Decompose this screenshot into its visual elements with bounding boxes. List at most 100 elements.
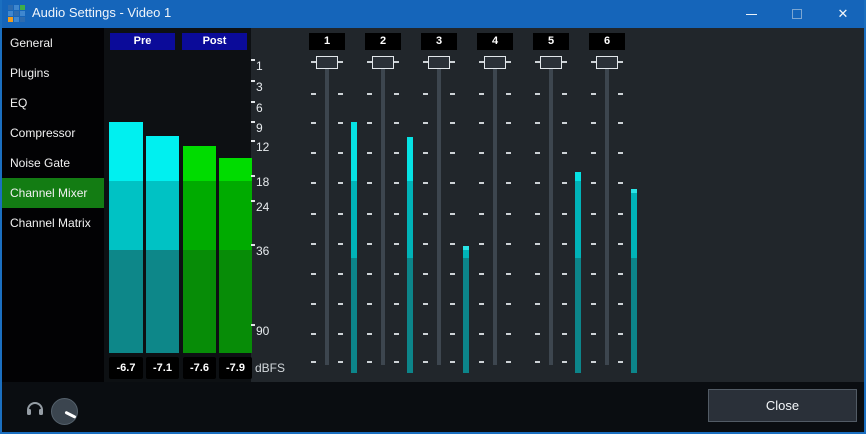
channel-4-tick <box>479 243 484 245</box>
channel-5-tick <box>562 243 567 245</box>
channel-5-button[interactable]: 5 <box>533 33 569 50</box>
footer-bar: Close <box>0 382 866 432</box>
channel-2-tick <box>367 152 372 154</box>
monitor-volume-knob[interactable] <box>51 398 78 425</box>
maximize-icon <box>792 9 802 19</box>
channel-4-button[interactable]: 4 <box>477 33 513 50</box>
channel-3-button[interactable]: 3 <box>421 33 457 50</box>
channel-1-tick <box>338 122 343 124</box>
channel-4-tick <box>506 273 511 275</box>
channel-2-tick <box>367 333 372 335</box>
channel-2-fader-track[interactable] <box>381 63 385 365</box>
channel-4-fader-track[interactable] <box>493 63 497 365</box>
scale-label-1: 1 <box>256 59 263 73</box>
post-right-meter-segment <box>219 181 252 250</box>
sidebar-item-compressor[interactable]: Compressor <box>0 118 104 148</box>
channel-2-tick <box>367 243 372 245</box>
channel-5-tick <box>535 333 540 335</box>
scale-tick <box>251 101 255 103</box>
channel-5-tick <box>562 273 567 275</box>
channel-3-fader-track[interactable] <box>437 63 441 365</box>
scale-tick <box>251 59 255 61</box>
channel-3-tick <box>423 273 428 275</box>
channel-1-meter <box>351 122 357 373</box>
channel-6-tick <box>591 273 596 275</box>
channel-2-tick <box>394 361 399 363</box>
channel-6-tick <box>618 93 623 95</box>
channel-5-tick <box>535 182 540 184</box>
scale-label-9: 9 <box>256 121 263 135</box>
channel-4-fader-handle[interactable] <box>484 56 506 69</box>
channel-1-fader-handle[interactable] <box>316 56 338 69</box>
channel-3-tick <box>423 243 428 245</box>
channel-6-meter-segment <box>631 258 637 373</box>
channel-5-fader-track[interactable] <box>549 63 553 365</box>
channel-5-tick <box>535 152 540 154</box>
pre-left-meter-segment <box>109 122 143 181</box>
close-window-button[interactable]: ✕ <box>820 0 866 28</box>
sidebar-item-general[interactable]: General <box>0 28 104 58</box>
channel-6-button[interactable]: 6 <box>589 33 625 50</box>
titlebar[interactable]: Audio Settings - Video 1 ✕ <box>0 0 866 28</box>
sidebar-item-plugins[interactable]: Plugins <box>0 58 104 88</box>
maximize-button[interactable] <box>774 0 820 28</box>
channel-3-fader-handle[interactable] <box>428 56 450 69</box>
channel-5-tick <box>535 303 540 305</box>
channel-6-fader-track[interactable] <box>605 63 609 365</box>
channel-5-meter <box>575 172 581 373</box>
channel-6-fader-handle[interactable] <box>596 56 618 69</box>
pre-meter-button[interactable]: Pre <box>110 33 175 50</box>
post-meter-button[interactable]: Post <box>182 33 247 50</box>
channel-3-tick <box>450 93 455 95</box>
sidebar-item-eq[interactable]: EQ <box>0 88 104 118</box>
channel-6-meter-segment <box>631 193 637 258</box>
pre-right-meter-segment <box>146 250 179 353</box>
channel-2-tick <box>394 61 399 63</box>
channel-5-meter-segment <box>575 172 581 181</box>
channel-2-button[interactable]: 2 <box>365 33 401 50</box>
channel-5-tick <box>562 61 567 63</box>
channel-1-tick <box>311 152 316 154</box>
channel-2-fader-handle[interactable] <box>372 56 394 69</box>
channel-2-meter <box>407 137 413 373</box>
scale-label-90: 90 <box>256 324 269 338</box>
channel-2-tick <box>367 361 372 363</box>
scale-label-6: 6 <box>256 101 263 115</box>
channel-1-tick <box>338 273 343 275</box>
post-left-meter-segment <box>183 250 216 353</box>
channel-5-tick <box>562 213 567 215</box>
channel-5-tick <box>562 152 567 154</box>
headphones-icon[interactable] <box>26 400 44 417</box>
channel-1-tick <box>311 273 316 275</box>
scale-label-3: 3 <box>256 80 263 94</box>
post-left-meter-segment <box>183 181 216 250</box>
channel-3-tick <box>450 61 455 63</box>
channel-6-tick <box>591 361 596 363</box>
channel-2-tick <box>367 303 372 305</box>
channel-2-tick <box>367 182 372 184</box>
sidebar-item-channel-mixer[interactable]: Channel Mixer <box>0 178 104 208</box>
channel-2-meter-segment <box>407 137 413 181</box>
channel-5-tick <box>562 303 567 305</box>
channel-2-tick <box>394 333 399 335</box>
channel-2-tick <box>367 122 372 124</box>
channel-6-tick <box>591 182 596 184</box>
channel-1-fader-track[interactable] <box>325 63 329 365</box>
channel-2-tick <box>394 152 399 154</box>
close-button[interactable]: Close <box>708 389 857 422</box>
channel-2-meter-segment <box>407 258 413 373</box>
pre-right-meter <box>146 136 179 353</box>
channel-3-meter-segment <box>463 250 469 258</box>
channel-5-tick <box>562 333 567 335</box>
channel-1-tick <box>338 303 343 305</box>
channel-5-fader-handle[interactable] <box>540 56 562 69</box>
channel-6-tick <box>618 122 623 124</box>
channel-1-tick <box>338 243 343 245</box>
channel-3-tick <box>423 303 428 305</box>
channel-6-tick <box>618 61 623 63</box>
minimize-button[interactable] <box>728 0 774 28</box>
channel-3-tick <box>450 333 455 335</box>
channel-1-button[interactable]: 1 <box>309 33 345 50</box>
sidebar-item-channel-matrix[interactable]: Channel Matrix <box>0 208 104 238</box>
sidebar-item-noise-gate[interactable]: Noise Gate <box>0 148 104 178</box>
